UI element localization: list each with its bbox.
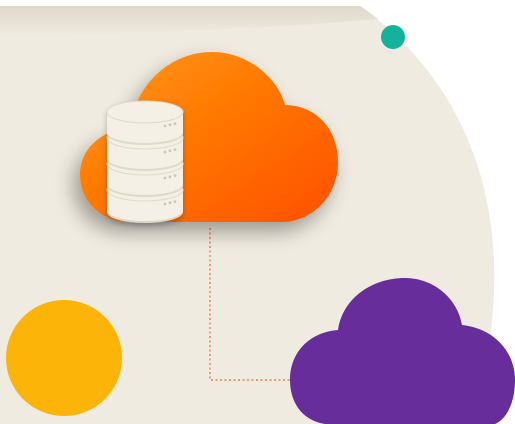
illustration-canvas bbox=[0, 0, 515, 424]
database-led bbox=[163, 150, 167, 154]
database-icon bbox=[106, 100, 184, 223]
database-led bbox=[168, 149, 172, 153]
database-led bbox=[163, 124, 167, 128]
database-disk bbox=[106, 100, 184, 145]
database-led bbox=[173, 148, 177, 152]
database-led bbox=[163, 202, 167, 206]
database-led bbox=[168, 201, 172, 205]
database-led bbox=[173, 122, 177, 125]
cloud-database-illustration bbox=[0, 6, 515, 424]
database-led bbox=[168, 175, 172, 179]
database-led bbox=[163, 176, 167, 180]
teal-dot bbox=[381, 25, 405, 49]
yellow-circle bbox=[6, 300, 122, 416]
database-led bbox=[168, 123, 172, 127]
database-led bbox=[173, 174, 177, 178]
database-led bbox=[173, 200, 177, 204]
